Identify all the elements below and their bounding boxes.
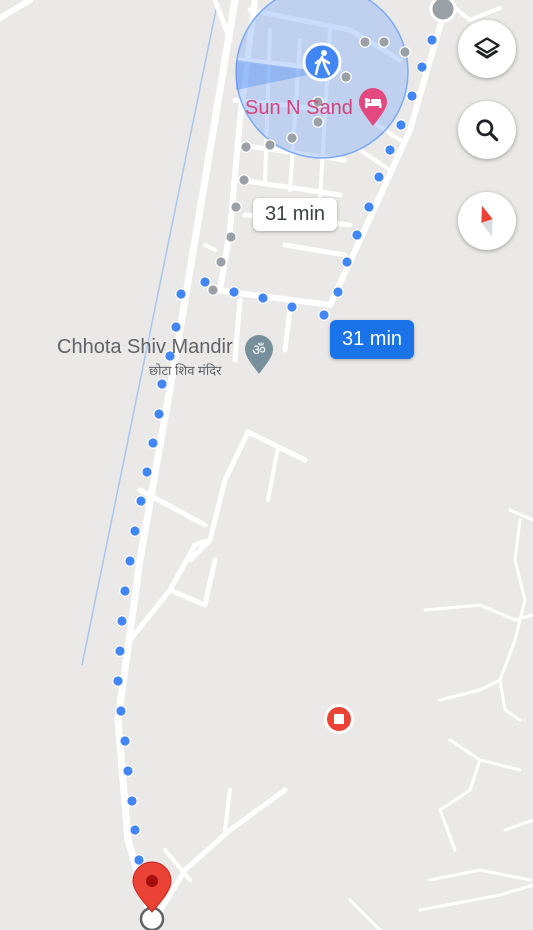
selected-route-dot [426,34,438,46]
walking-location-marker[interactable] [302,42,342,82]
temple-om-icon[interactable]: ॐ [244,334,274,376]
hotel-label[interactable]: Sun N Sand [245,97,353,120]
map-canvas[interactable] [0,0,533,930]
search-icon [476,119,499,142]
selected-route-dot [332,286,344,298]
selected-route-dot [170,321,182,333]
selected-route-dot [135,495,147,507]
selected-route-dot [156,378,168,390]
alternate-route-dot [399,46,411,58]
selected-route-dot [416,61,428,73]
selected-route-dot [119,735,131,747]
selected-route-dot [286,301,298,313]
alternate-route-dot [215,256,227,268]
layers-icon [474,37,500,59]
selected-route-dot [257,292,269,304]
selected-route-dot [384,144,396,156]
alternate-route-dot [340,71,352,83]
compass-button[interactable] [458,192,516,250]
search-button[interactable] [458,101,516,159]
selected-route-dot [341,256,353,268]
temple-label-en[interactable]: Chhota Shiv Mandir [57,336,233,359]
selected-route-dot [147,437,159,449]
temple-label-hi: छोटा शिव मंदिर [149,363,222,378]
svg-text:ॐ: ॐ [252,341,266,359]
alternate-route-dot [207,284,219,296]
selected-route-dot [114,645,126,657]
selected-route-dot [129,824,141,836]
selected-route-dot [175,288,187,300]
selected-route-dot [406,90,418,102]
alternate-route-dot [286,132,298,144]
selected-route-dot [351,229,363,241]
selected-route-time-chip[interactable]: 31 min [330,320,415,359]
selected-route-dot [153,408,165,420]
selected-route-dot [373,171,385,183]
selected-route-dot [116,615,128,627]
alternate-route-dot [264,139,276,151]
selected-route-dot [395,119,407,131]
alternate-route-dot [238,174,250,186]
selected-route-dot [133,854,145,866]
selected-route-dot [112,675,124,687]
selected-route-dot [119,585,131,597]
selected-route-dot [115,705,127,717]
selected-route-dot [199,276,211,288]
alternate-route-dot [225,231,237,243]
alternate-route-dot [378,36,390,48]
selected-route-dot [363,201,375,213]
alternate-route-dot [359,36,371,48]
selected-route-dot [126,795,138,807]
selected-route-dot [228,286,240,298]
route-start-point [429,0,457,23]
layers-button[interactable] [458,20,516,78]
selected-route-dot [129,525,141,537]
alternate-route-dot [230,201,242,213]
alternate-route-time-chip[interactable]: 31 min [253,198,338,231]
selected-route-dot [141,466,153,478]
selected-route-dot [318,309,330,321]
selected-route-dot [122,765,134,777]
stop-poi-icon[interactable] [324,704,354,734]
selected-route-dot [124,555,136,567]
hotel-bed-icon[interactable] [358,88,388,128]
compass-icon [481,205,493,237]
alternate-route-dot [240,141,252,153]
